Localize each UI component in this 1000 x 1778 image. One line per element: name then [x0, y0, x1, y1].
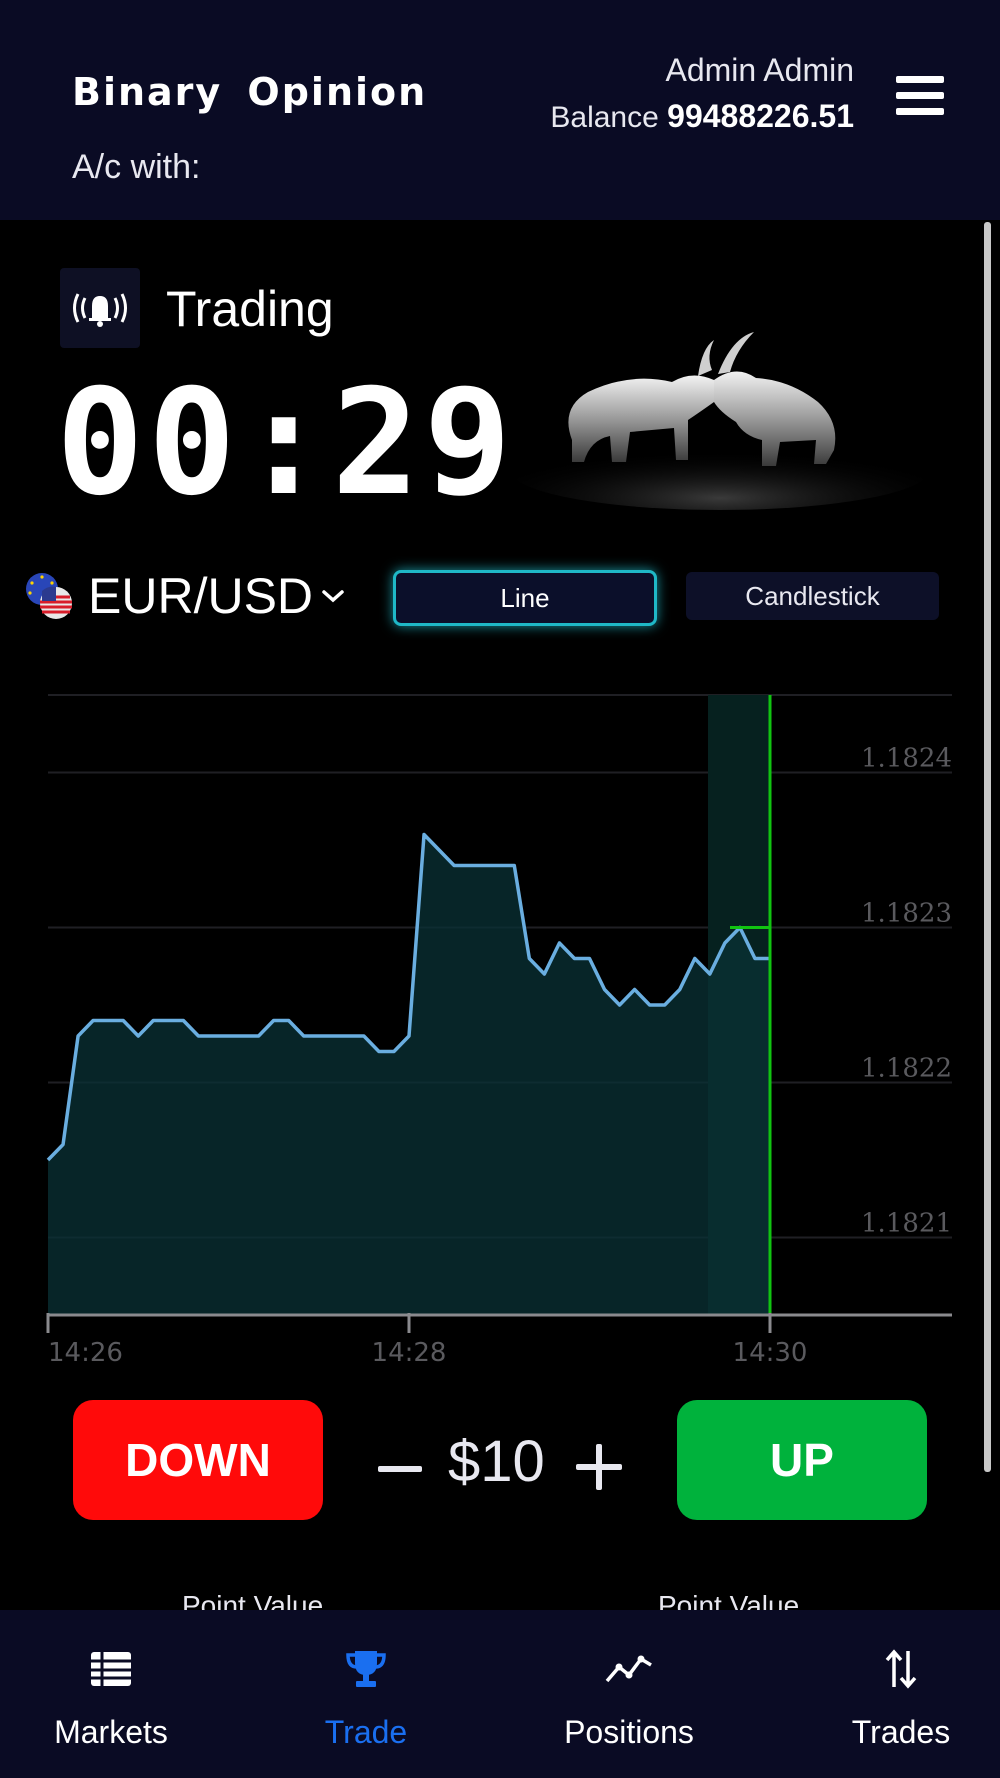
eur-usd-flag-icon — [22, 569, 76, 623]
x-tick-label: 14:26 — [48, 1338, 123, 1368]
balance-value: 99488226.51 — [667, 98, 854, 134]
pair-selector[interactable]: EUR/USD — [22, 566, 345, 626]
plus-icon[interactable] — [574, 1440, 626, 1492]
bottom-nav: Markets Trade Positions Trades — [0, 1610, 1000, 1778]
trade-amount[interactable]: $10 — [448, 1428, 545, 1495]
nav-positions[interactable]: Positions — [552, 1610, 706, 1778]
trend-chart-icon — [605, 1646, 653, 1692]
nav-positions-label: Positions — [564, 1714, 694, 1750]
price-chart: 1.1824 1.1823 1.1822 1.1821 14:26 14:28 14:30 — [46, 694, 952, 1368]
nav-markets[interactable]: Markets — [40, 1610, 182, 1778]
chevron-down-icon — [322, 590, 344, 603]
pair-label: EUR/USD — [88, 568, 314, 624]
user-name: Admin Admin — [665, 52, 854, 88]
balance-label: Balance — [550, 101, 659, 134]
down-button[interactable]: DOWN — [73, 1400, 323, 1520]
up-down-arrows-icon — [884, 1646, 918, 1692]
x-tick-label: 14:30 — [733, 1338, 808, 1368]
trophy-icon — [345, 1646, 387, 1692]
hamburger-menu-icon[interactable] — [896, 76, 946, 116]
trading-status-label: Trading — [166, 281, 334, 337]
chart-type-line-button[interactable]: Line — [393, 570, 657, 626]
countdown-timer: 00:29 — [56, 358, 516, 528]
account-label: A/c with: — [72, 148, 201, 186]
y-tick-label: 1.1823 — [861, 899, 952, 929]
nav-trade-label: Trade — [324, 1714, 408, 1750]
y-tick-label: 1.1822 — [861, 1054, 952, 1084]
y-tick-label: 1.1821 — [861, 1209, 952, 1239]
up-button[interactable]: UP — [677, 1400, 927, 1520]
balance: Balance 99488226.51 — [550, 98, 854, 135]
nav-markets-label: Markets — [54, 1714, 168, 1750]
minus-icon[interactable] — [374, 1430, 428, 1500]
x-tick-label: 14:28 — [372, 1338, 447, 1368]
nav-trades[interactable]: Trades — [846, 1610, 956, 1778]
list-icon — [91, 1646, 131, 1692]
nav-trades-label: Trades — [851, 1714, 951, 1750]
ringing-bell-icon — [60, 268, 140, 348]
app-header: Binary Opinion A/c with: Admin Admin Bal… — [0, 0, 1000, 220]
nav-trade[interactable]: Trade — [306, 1610, 426, 1778]
brand-title: Binary Opinion — [72, 70, 428, 114]
bull-bear-illustration — [510, 332, 930, 510]
y-tick-label: 1.1824 — [861, 744, 952, 774]
chart-type-candlestick-button[interactable]: Candlestick — [686, 572, 939, 620]
price-area-fill — [48, 834, 770, 1315]
